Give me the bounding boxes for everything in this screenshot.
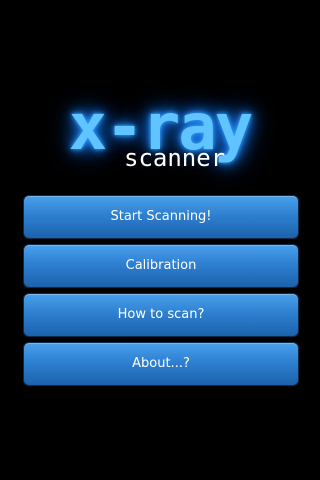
app-logo: x-ray scanner [0, 92, 320, 182]
how-to-scan-button[interactable]: How to scan? [23, 293, 299, 337]
logo-subtitle: scanner [124, 144, 226, 172]
main-menu: Start Scanning! Calibration How to scan?… [23, 195, 299, 391]
calibration-button[interactable]: Calibration [23, 244, 299, 288]
start-scanning-button[interactable]: Start Scanning! [23, 195, 299, 239]
about-button[interactable]: About...? [23, 342, 299, 386]
